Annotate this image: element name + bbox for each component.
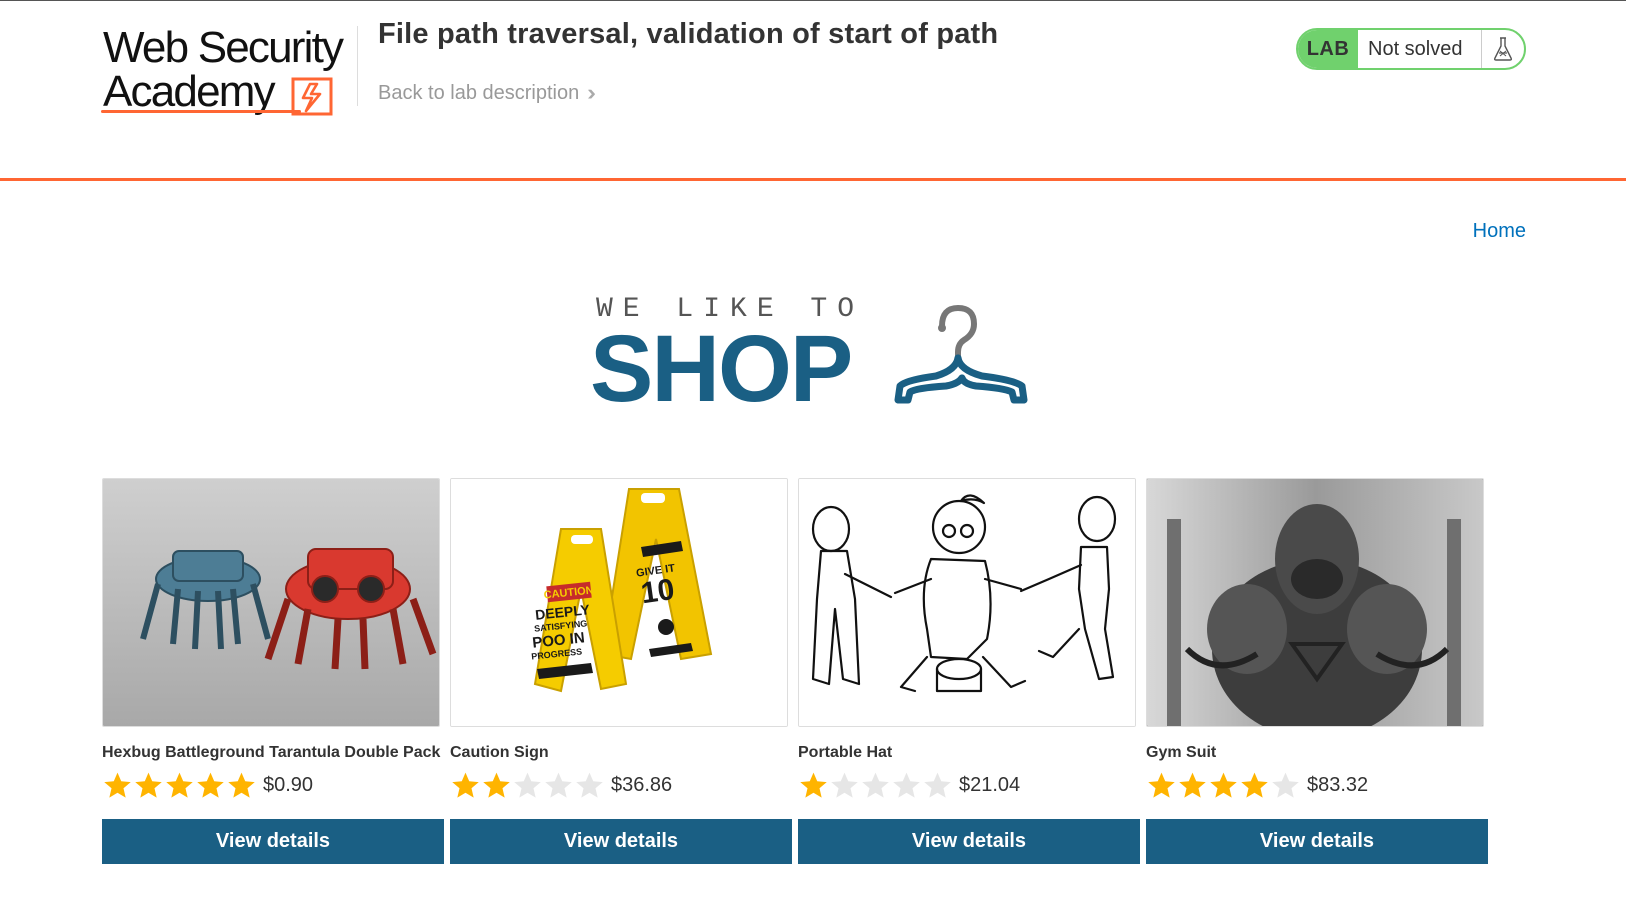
star-empty-icon — [1272, 772, 1299, 798]
star-filled-icon — [197, 772, 224, 798]
view-details-button[interactable]: View details — [798, 819, 1140, 864]
product-rating: $83.32 — [1146, 770, 1368, 800]
product-rating: $21.04 — [798, 770, 1020, 800]
star-empty-icon — [545, 772, 572, 798]
lab-status-badge: LAB Not solved — [1296, 28, 1526, 70]
shop-banner: WE LIKE TO SHOP — [590, 288, 1040, 418]
academy-logo[interactable]: Web Security Academy — [101, 22, 355, 122]
star-filled-icon — [1148, 772, 1175, 798]
star-filled-icon — [483, 772, 510, 798]
star-filled-icon — [800, 772, 827, 798]
lab-title: File path traversal, validation of start… — [378, 18, 999, 50]
star-filled-icon — [452, 772, 479, 798]
banner-shop-word: SHOP — [590, 316, 853, 422]
product-name: Portable Hat — [798, 744, 893, 761]
product-grid: Hexbug Battleground Tarantula Double Pac… — [102, 478, 1528, 878]
product-image — [798, 478, 1136, 727]
product-name: Gym Suit — [1146, 744, 1217, 761]
star-filled-icon — [135, 772, 162, 798]
header-orange-rule — [0, 178, 1626, 181]
product-image — [1146, 478, 1484, 727]
product-card: GIVE IT 10 CAUTION DEEPLY SATISFYING POO… — [450, 478, 792, 878]
product-name: Hexbug Battleground Tarantula Double Pac… — [102, 744, 441, 761]
lab-status-text: Not solved — [1358, 30, 1482, 68]
product-card: Portable Hat $21.04 View details — [798, 478, 1140, 878]
view-details-button[interactable]: View details — [102, 819, 444, 864]
product-rating: $36.86 — [450, 770, 672, 800]
star-filled-icon — [1210, 772, 1237, 798]
lab-header: Web Security Academy File path traversal… — [0, 0, 1626, 180]
view-details-button[interactable]: View details — [1146, 819, 1488, 864]
star-filled-icon — [1179, 772, 1206, 798]
flask-icon — [1482, 30, 1524, 68]
star-filled-icon — [1241, 772, 1268, 798]
product-price: $83.32 — [1307, 773, 1369, 796]
star-empty-icon — [831, 772, 858, 798]
svg-text:10: 10 — [639, 573, 677, 610]
back-link-label: Back to lab description — [378, 82, 580, 104]
lab-label: LAB — [1298, 30, 1358, 68]
product-image — [102, 478, 440, 727]
logo-underline — [101, 110, 301, 113]
star-filled-icon — [104, 772, 131, 798]
star-empty-icon — [862, 772, 889, 798]
product-name: Caution Sign — [450, 744, 549, 761]
star-empty-icon — [893, 772, 920, 798]
star-filled-icon — [228, 772, 255, 798]
star-empty-icon — [924, 772, 951, 798]
product-price: $21.04 — [959, 773, 1021, 796]
star-empty-icon — [576, 772, 603, 798]
double-chevron-right-icon: ›› — [587, 80, 595, 105]
product-price: $36.86 — [611, 773, 673, 796]
product-card: Hexbug Battleground Tarantula Double Pac… — [102, 478, 444, 878]
view-details-button[interactable]: View details — [450, 819, 792, 864]
back-to-lab-description-link[interactable]: Back to lab description ›› — [378, 80, 595, 106]
star-filled-icon — [166, 772, 193, 798]
home-link[interactable]: Home — [1473, 220, 1526, 243]
product-card: Gym Suit $83.32 View details — [1146, 478, 1488, 878]
coat-hanger-icon — [894, 304, 1028, 404]
header-divider — [357, 26, 358, 106]
product-rating: $0.90 — [102, 770, 313, 800]
product-price: $0.90 — [263, 773, 314, 796]
star-empty-icon — [514, 772, 541, 798]
product-image: GIVE IT 10 CAUTION DEEPLY SATISFYING POO… — [450, 478, 788, 727]
